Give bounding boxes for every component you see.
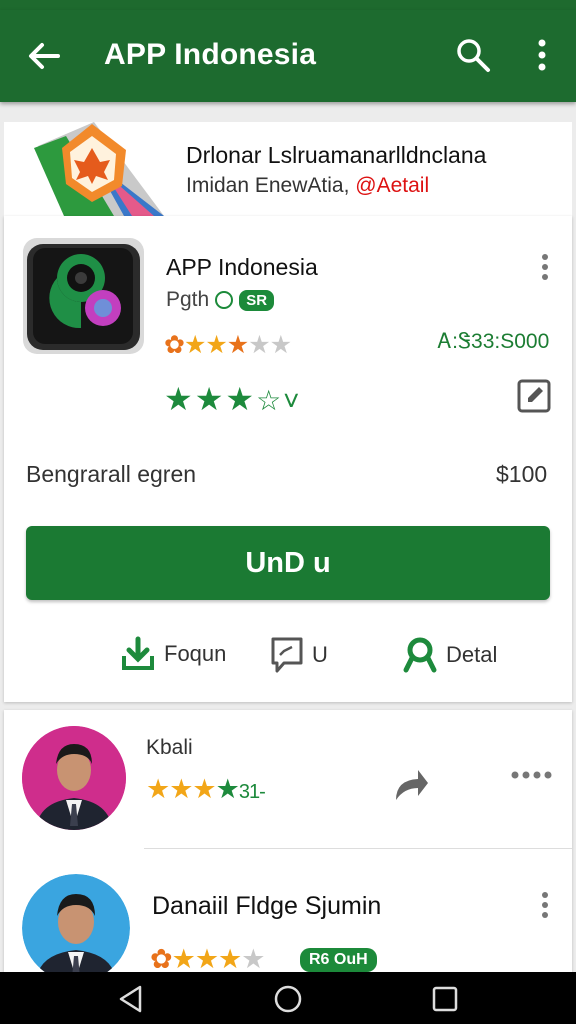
avatar[interactable] (22, 874, 130, 972)
person-avatar-icon (22, 726, 126, 830)
install-button[interactable]: UnD u (26, 526, 550, 600)
row-divider (144, 848, 572, 849)
download-action-label: Foqun (164, 641, 227, 666)
reviewer-rating-text: 31- (238, 781, 266, 803)
edit-icon[interactable] (516, 378, 552, 414)
comment-action[interactable]: U (270, 636, 328, 674)
tag-dot-icon (215, 291, 234, 309)
detail-action-label: Detal (446, 642, 498, 667)
banner-logo-icon (34, 122, 164, 216)
action-row: Foqun U Detal (4, 636, 572, 680)
rating-extra: ☆˅ (256, 385, 302, 416)
more-horizontal-icon[interactable] (510, 768, 552, 782)
detail-label: Bengrarall egren (26, 461, 197, 487)
detail-action[interactable]: Detal (402, 636, 497, 674)
banner-link[interactable]: @Aetail (355, 174, 429, 197)
overflow-menu-icon[interactable] (530, 36, 554, 74)
ribbon-icon (403, 637, 437, 673)
banner-subtitle: Imidan EnewAtia, @Aetail (186, 174, 429, 198)
download-icon (122, 636, 154, 670)
person-avatar-icon (22, 874, 130, 972)
comment-action-label: U (312, 642, 328, 667)
reviewer-name: Danaiil Fldge Sjumin (152, 892, 382, 920)
app-menu-icon[interactable] (536, 252, 554, 282)
banner-subtitle-text: Imidan EnewAtia, (186, 174, 350, 197)
app-details-card: APP Indonesia Pgth SR ✿★★★★★ Ꭺ:Ꮥ33:S000 … (4, 216, 572, 702)
nav-home-icon[interactable] (273, 984, 303, 1014)
review-menu-icon[interactable] (536, 890, 554, 920)
price-line: Ꭺ:Ꮥ33:S000 (438, 330, 550, 353)
share-icon[interactable] (390, 766, 430, 802)
app-tagline: Pgth SR (166, 288, 275, 312)
avatar[interactable] (22, 726, 126, 830)
tag-badge: SR (239, 289, 275, 311)
badge-icon: ✿ (150, 944, 173, 972)
nav-back-icon[interactable] (116, 984, 146, 1014)
user-rating-stars[interactable]: ★★★☆˅ (164, 380, 302, 418)
star-icon: ★★★ (171, 944, 243, 972)
tagline-text: Pgth (166, 288, 210, 311)
star-icon: ★ (241, 944, 265, 972)
star-icon: ★★★ (146, 774, 217, 804)
badge-icon: ✿ (164, 331, 185, 359)
app-name: APP Indonesia (166, 254, 318, 280)
star-icon: ★★★ (164, 381, 257, 417)
system-nav-bar (0, 972, 576, 1024)
star-icon: ★ (215, 774, 240, 804)
reviewer-name: Kbali (146, 736, 193, 759)
star-icon: ★ (226, 331, 249, 359)
star-icon: ★★ (248, 331, 292, 359)
download-action[interactable]: Foqun (120, 636, 226, 672)
banner-title: Drlonar Lslruamanarlldnclana (186, 142, 487, 168)
reviewer-rating: ✿★★★★ (150, 944, 265, 972)
rating-stars: ✿★★★★★ (164, 330, 292, 360)
promo-banner[interactable]: Drlonar Lslruamanarlldnclana Imidan Enew… (4, 122, 572, 216)
search-icon[interactable] (454, 36, 492, 74)
app-icon (23, 238, 144, 354)
back-arrow-icon[interactable] (24, 36, 64, 76)
app-bar-title: APP Indonesia (104, 38, 317, 71)
comment-icon (271, 637, 303, 673)
nav-recents-icon[interactable] (430, 984, 460, 1014)
detail-value: $100 (496, 461, 548, 487)
status-bar (0, 0, 576, 10)
review-list: Kbali ★★★★31- Danaiil Fldge Sjumin ✿★★★★… (4, 710, 572, 972)
app-bar: APP Indonesia (0, 10, 576, 102)
reviewer-rating: ★★★★31- (146, 774, 266, 805)
star-icon: ★★ (183, 331, 228, 359)
status-badge: R6 OuH (300, 948, 377, 972)
